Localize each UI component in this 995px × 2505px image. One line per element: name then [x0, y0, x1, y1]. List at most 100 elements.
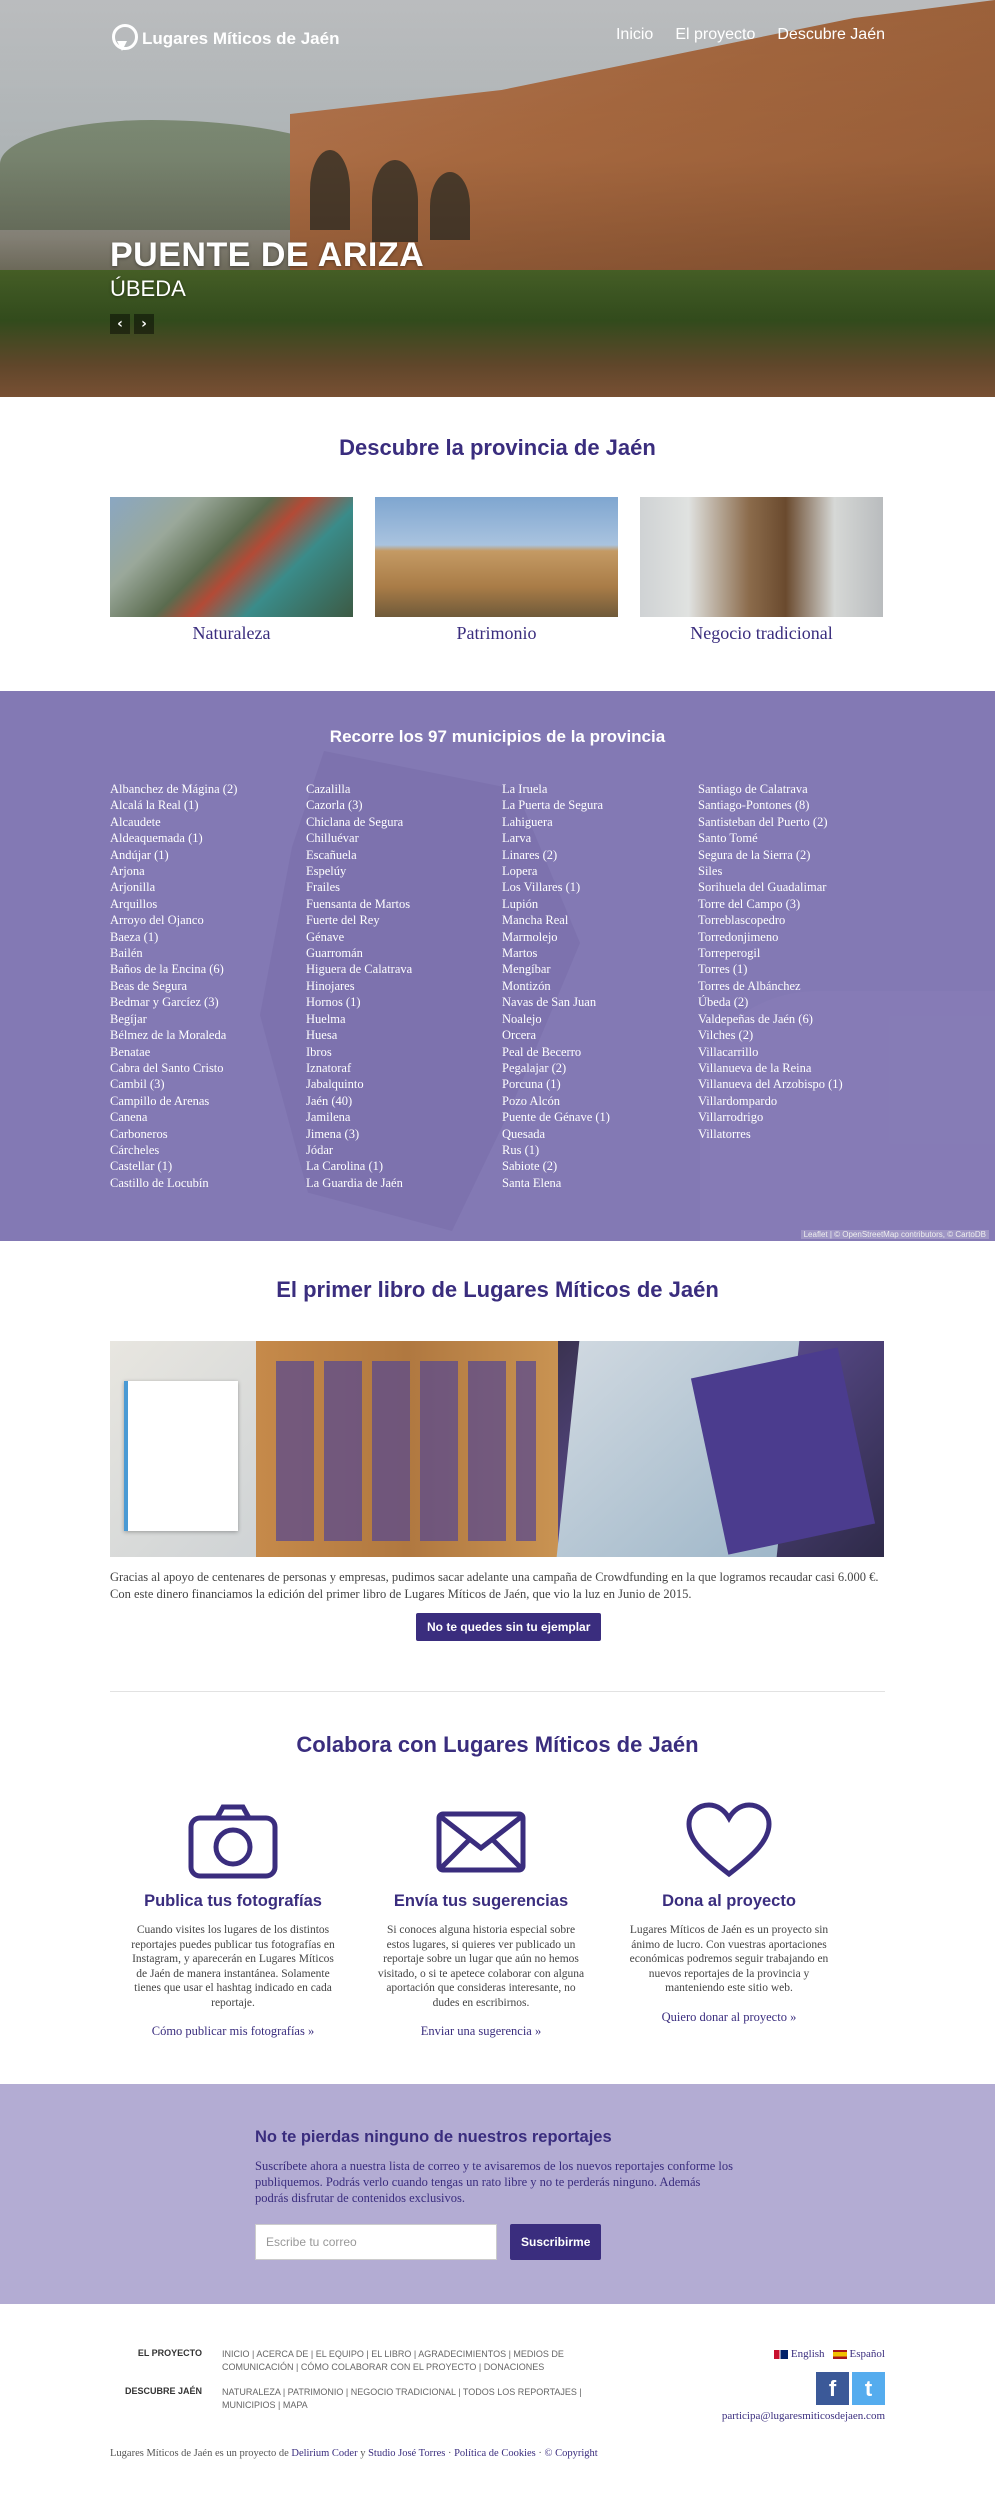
municipio-link[interactable]: Puente de Génave (1): [502, 1109, 698, 1125]
municipio-link[interactable]: Guarromán: [306, 945, 502, 961]
municipio-link[interactable]: Bailén: [110, 945, 306, 961]
collab-donate-link[interactable]: Quiero donar al proyecto »: [662, 2010, 797, 2024]
municipio-link[interactable]: Andújar (1): [110, 847, 306, 863]
municipio-link[interactable]: Santiago de Calatrava: [698, 781, 894, 797]
card-naturaleza[interactable]: Naturaleza: [110, 497, 353, 644]
municipio-link[interactable]: Marmolejo: [502, 929, 698, 945]
card-negocio-tradicional[interactable]: Negocio tradicional: [640, 497, 883, 644]
municipio-link[interactable]: Arjona: [110, 863, 306, 879]
collab-photos-link[interactable]: Cómo publicar mis fotografías »: [152, 2024, 314, 2038]
municipio-link[interactable]: Benatae: [110, 1044, 306, 1060]
municipio-link[interactable]: Orcera: [502, 1027, 698, 1043]
municipio-link[interactable]: Linares (2): [502, 847, 698, 863]
municipio-link[interactable]: Hinojares: [306, 978, 502, 994]
municipio-link[interactable]: Santo Tomé: [698, 830, 894, 846]
municipio-link[interactable]: Cambil (3): [110, 1076, 306, 1092]
municipio-link[interactable]: Santiago-Pontones (8): [698, 797, 894, 813]
municipio-link[interactable]: Cazorla (3): [306, 797, 502, 813]
municipio-link[interactable]: Villanueva del Arzobispo (1): [698, 1076, 894, 1092]
collab-suggestion-link[interactable]: Enviar una sugerencia »: [421, 2024, 541, 2038]
municipio-link[interactable]: Rus (1): [502, 1142, 698, 1158]
hero-title[interactable]: PUENTE DE ARIZA: [110, 236, 424, 275]
municipio-link[interactable]: Lahiguera: [502, 814, 698, 830]
municipio-link[interactable]: Vilches (2): [698, 1027, 894, 1043]
municipio-link[interactable]: Pozo Alcón: [502, 1093, 698, 1109]
municipio-link[interactable]: Torres de Albánchez: [698, 978, 894, 994]
municipio-link[interactable]: Peal de Becerro: [502, 1044, 698, 1060]
municipio-link[interactable]: Fuerte del Rey: [306, 912, 502, 928]
municipio-link[interactable]: Santa Elena: [502, 1175, 698, 1191]
site-logo[interactable]: Lugares Míticos de Jaén: [110, 24, 339, 54]
municipio-link[interactable]: Cárcheles: [110, 1142, 306, 1158]
municipio-link[interactable]: Espelúy: [306, 863, 502, 879]
municipio-link[interactable]: Beas de Segura: [110, 978, 306, 994]
municipio-link[interactable]: Villardompardo: [698, 1093, 894, 1109]
municipio-link[interactable]: Huelma: [306, 1011, 502, 1027]
municipio-link[interactable]: Canena: [110, 1109, 306, 1125]
municipio-link[interactable]: La Guardia de Jaén: [306, 1175, 502, 1191]
get-book-button[interactable]: No te quedes sin tu ejemplar: [416, 1613, 602, 1641]
municipio-link[interactable]: Villacarrillo: [698, 1044, 894, 1060]
municipio-link[interactable]: Sabiote (2): [502, 1158, 698, 1174]
copyright-link[interactable]: © Copyright: [545, 2448, 598, 2459]
municipio-link[interactable]: Mengíbar: [502, 961, 698, 977]
municipio-link[interactable]: Aldeaquemada (1): [110, 830, 306, 846]
municipio-link[interactable]: Villanueva de la Reina: [698, 1060, 894, 1076]
municipio-link[interactable]: Cabra del Santo Cristo: [110, 1060, 306, 1076]
municipio-link[interactable]: Ibros: [306, 1044, 502, 1060]
nav-inicio[interactable]: Inicio: [616, 26, 653, 44]
municipio-link[interactable]: Génave: [306, 929, 502, 945]
municipio-link[interactable]: Iznatoraf: [306, 1060, 502, 1076]
municipio-link[interactable]: Quesada: [502, 1126, 698, 1142]
municipio-link[interactable]: Martos: [502, 945, 698, 961]
municipio-link[interactable]: Higuera de Calatrava: [306, 961, 502, 977]
subscribe-button[interactable]: Suscribirme: [510, 2224, 602, 2260]
municipio-link[interactable]: Segura de la Sierra (2): [698, 847, 894, 863]
municipio-link[interactable]: Bedmar y Garcíez (3): [110, 994, 306, 1010]
municipio-link[interactable]: Arquillos: [110, 896, 306, 912]
municipio-link[interactable]: Frailes: [306, 879, 502, 895]
municipio-link[interactable]: Chilluévar: [306, 830, 502, 846]
municipio-link[interactable]: Chiclana de Segura: [306, 814, 502, 830]
municipio-link[interactable]: Larva: [502, 830, 698, 846]
municipio-link[interactable]: La Puerta de Segura: [502, 797, 698, 813]
municipios-map[interactable]: Recorre los 97 municipios de la provinci…: [0, 691, 995, 1241]
card-patrimonio[interactable]: Patrimonio: [375, 497, 618, 644]
municipio-link[interactable]: Baeza (1): [110, 929, 306, 945]
municipio-link[interactable]: Bélmez de la Moraleda: [110, 1027, 306, 1043]
municipio-link[interactable]: Santisteban del Puerto (2): [698, 814, 894, 830]
municipio-link[interactable]: La Carolina (1): [306, 1158, 502, 1174]
facebook-icon[interactable]: f: [816, 2372, 849, 2405]
municipio-link[interactable]: Porcuna (1): [502, 1076, 698, 1092]
municipio-link[interactable]: Lopera: [502, 863, 698, 879]
nav-descubre-jaen[interactable]: Descubre Jaén: [777, 26, 885, 44]
municipio-link[interactable]: Castillo de Locubín: [110, 1175, 306, 1191]
municipio-link[interactable]: Torreperogil: [698, 945, 894, 961]
municipio-link[interactable]: Villarrodrigo: [698, 1109, 894, 1125]
contact-email[interactable]: participa@lugaresmiticosdejaen.com: [722, 2410, 885, 2422]
hero-subtitle[interactable]: ÚBEDA: [110, 276, 186, 302]
municipio-link[interactable]: Lupión: [502, 896, 698, 912]
municipio-link[interactable]: Arroyo del Ojanco: [110, 912, 306, 928]
lang-spanish[interactable]: Español: [832, 2348, 885, 2360]
municipio-link[interactable]: Navas de San Juan: [502, 994, 698, 1010]
municipio-link[interactable]: Mancha Real: [502, 912, 698, 928]
nav-el-proyecto[interactable]: El proyecto: [675, 26, 755, 44]
municipio-link[interactable]: Alcaudete: [110, 814, 306, 830]
municipio-link[interactable]: Cazalilla: [306, 781, 502, 797]
municipio-link[interactable]: Escañuela: [306, 847, 502, 863]
municipio-link[interactable]: Montizón: [502, 978, 698, 994]
municipio-link[interactable]: Jamilena: [306, 1109, 502, 1125]
municipio-link[interactable]: Jabalquinto: [306, 1076, 502, 1092]
municipio-link[interactable]: Villatorres: [698, 1126, 894, 1142]
municipio-link[interactable]: Torreblascopedro: [698, 912, 894, 928]
municipio-link[interactable]: Baños de la Encina (6): [110, 961, 306, 977]
municipio-link[interactable]: Fuensanta de Martos: [306, 896, 502, 912]
cookies-policy-link[interactable]: Política de Cookies: [454, 2448, 536, 2459]
municipio-link[interactable]: Albanchez de Mágina (2): [110, 781, 306, 797]
municipio-link[interactable]: Begíjar: [110, 1011, 306, 1027]
slider-prev-button[interactable]: ‹: [110, 314, 130, 334]
studio-jose-torres-link[interactable]: Studio José Torres: [368, 2448, 445, 2459]
municipio-link[interactable]: Arjonilla: [110, 879, 306, 895]
municipio-link[interactable]: Sorihuela del Guadalimar: [698, 879, 894, 895]
